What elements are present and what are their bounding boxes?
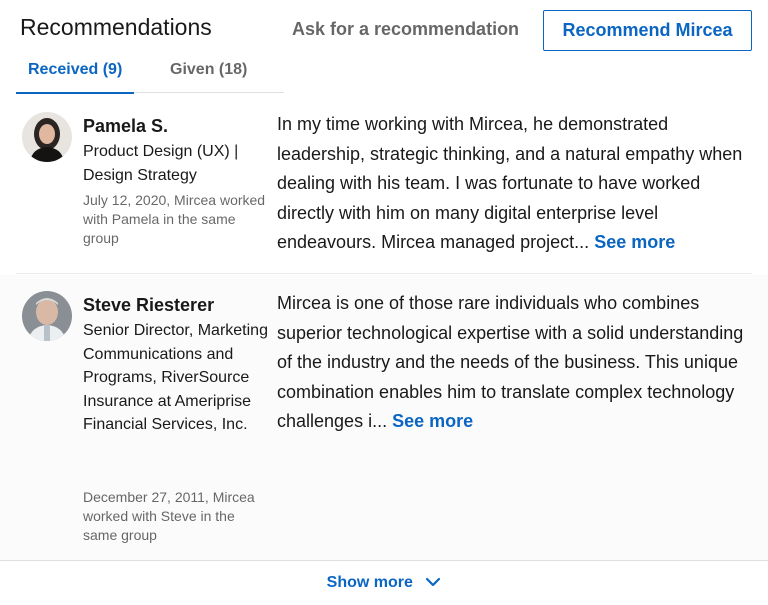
see-more-link[interactable]: See more [594, 232, 675, 252]
recommendation-item: Steve Riesterer Senior Director, Marketi… [0, 275, 768, 560]
recommender-name[interactable]: Pamela S. [83, 116, 168, 137]
avatar[interactable] [22, 112, 72, 162]
recommendation-meta: July 12, 2020, Mircea worked with Pamela… [83, 192, 266, 246]
tab-given[interactable]: Given (18) [170, 61, 247, 79]
recommendation-text: Mircea is one of those rare individuals … [277, 289, 755, 437]
recommender-name[interactable]: Steve Riesterer [83, 295, 214, 316]
divider [16, 273, 752, 274]
recommender-headline: Senior Director, Marketing Communication… [83, 322, 268, 433]
recommendations-card: Recommendations Ask for a recommendation… [0, 0, 768, 605]
tab-received[interactable]: Received (9) [15, 61, 135, 94]
recommendation-tabs: Received (9) Given (18) [15, 58, 284, 94]
chevron-down-icon [425, 574, 441, 592]
recommender-headline: Product Design (UX) | Design Strategy [83, 143, 239, 184]
avatar-photo [22, 112, 72, 162]
show-more-label: Show more [326, 574, 413, 592]
recommendation-item: Pamela S. Product Design (UX) | Design S… [0, 96, 768, 274]
divider [0, 560, 768, 561]
section-title: Recommendations [20, 14, 212, 40]
recommendation-meta: December 27, 2011, Mircea worked with St… [83, 489, 255, 543]
avatar[interactable] [22, 291, 72, 341]
recommend-button[interactable]: Recommend Mircea [543, 10, 752, 51]
recommendation-body: Mircea is one of those rare individuals … [277, 293, 744, 432]
see-more-link[interactable]: See more [392, 411, 473, 431]
recommendation-text: In my time working with Mircea, he demon… [277, 110, 755, 258]
show-more-button[interactable]: Show more [0, 574, 768, 592]
ask-for-recommendation-link[interactable]: Ask for a recommendation [292, 19, 519, 40]
avatar-photo [22, 291, 72, 341]
